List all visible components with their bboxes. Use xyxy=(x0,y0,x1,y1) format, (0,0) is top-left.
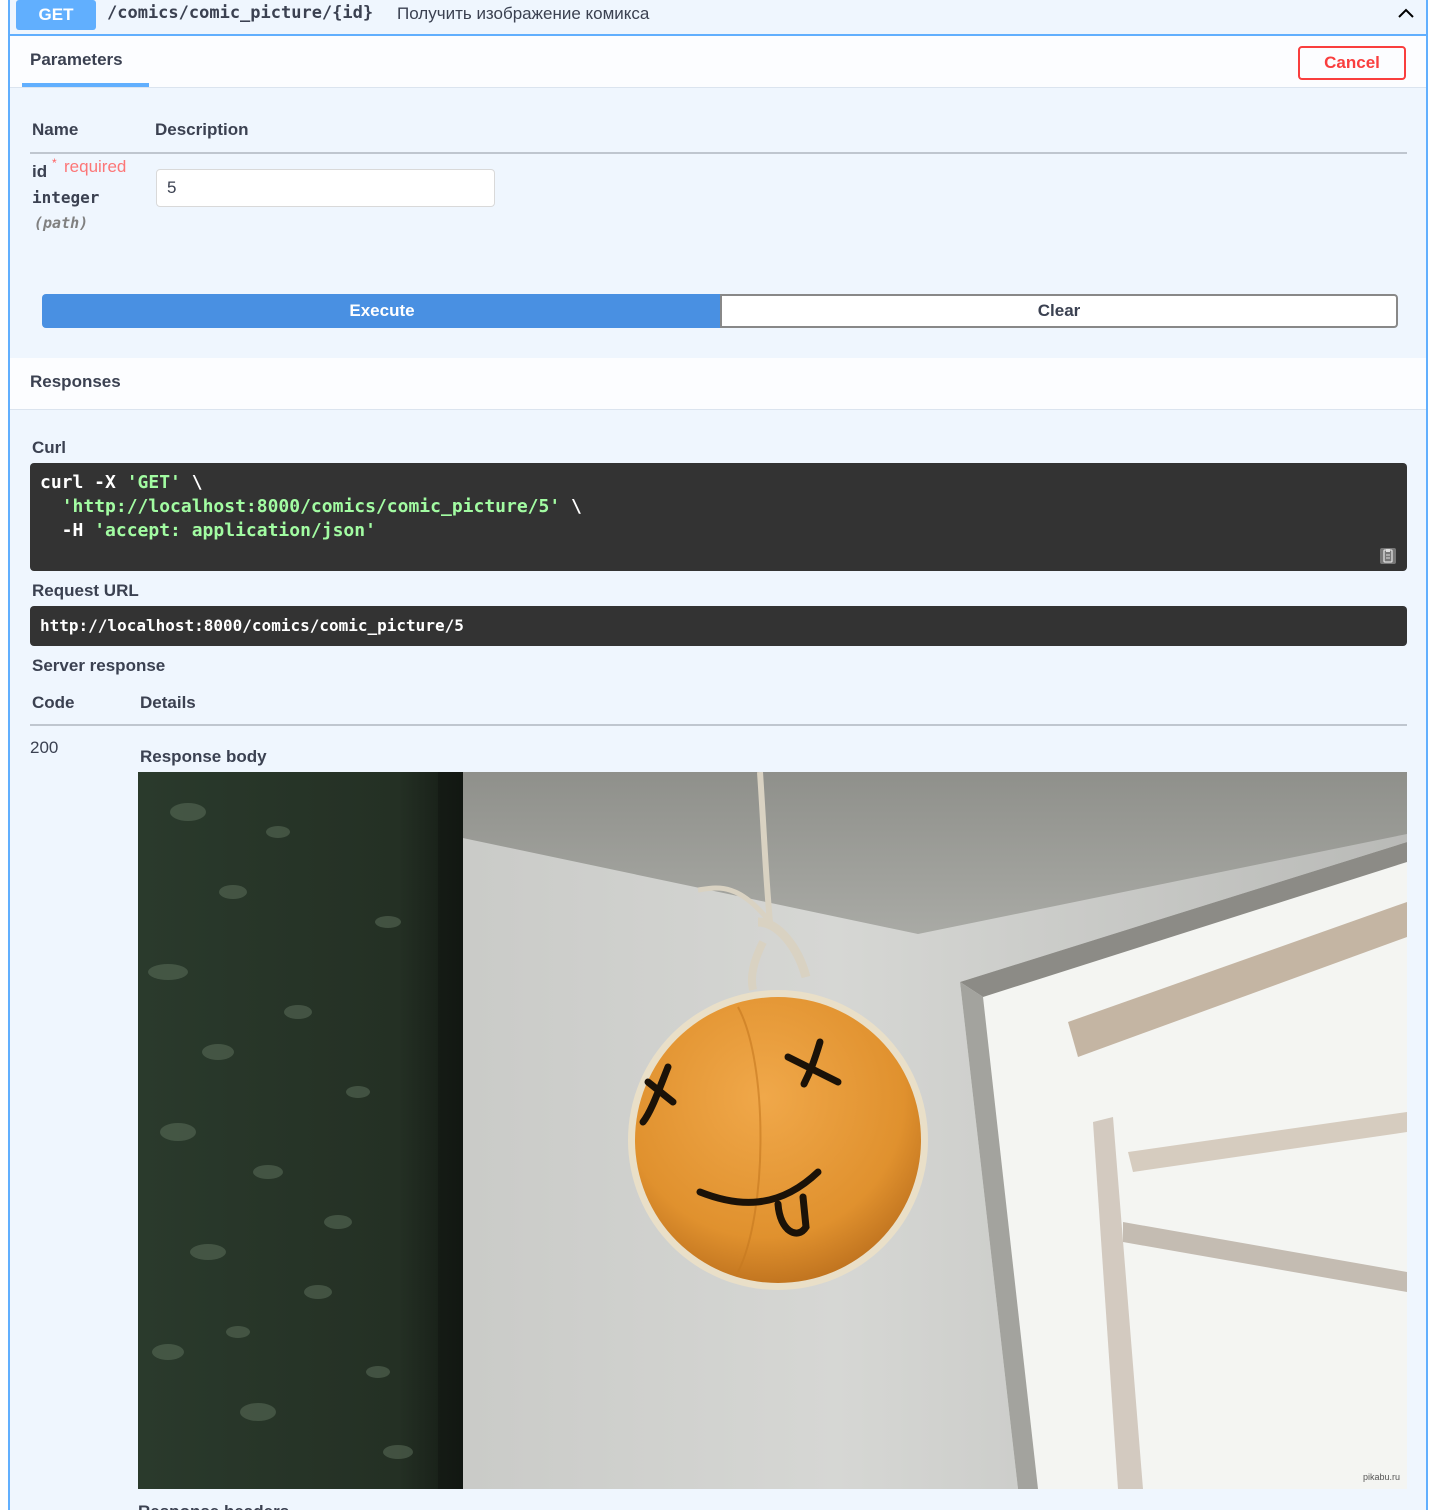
response-headers-label: Response headers xyxy=(138,1502,289,1510)
operation-block: GET /comics/comic_picture/{id} Получить … xyxy=(8,0,1428,1510)
response-body-label: Response body xyxy=(140,747,267,766)
parameter-name: id xyxy=(32,162,48,181)
response-table-divider xyxy=(30,724,1407,726)
operation-path: /comics/comic_picture/{id} xyxy=(107,3,374,23)
curl-line-2: 'http://localhost:8000/comics/comic_pict… xyxy=(40,495,1397,519)
id-input[interactable] xyxy=(156,169,495,207)
request-url[interactable]: http://localhost:8000/comics/comic_pictu… xyxy=(30,606,1407,646)
parameters-header: Parameters xyxy=(10,36,1426,88)
curl-continuation: \ xyxy=(560,496,582,517)
chevron-up-icon[interactable] xyxy=(1394,2,1418,26)
response-image: pikabu.ru xyxy=(138,772,1407,1489)
column-header-code: Code xyxy=(32,693,75,712)
curl-url: 'http://localhost:8000/comics/comic_pict… xyxy=(61,496,561,517)
cancel-button[interactable]: Cancel xyxy=(1298,46,1406,80)
curl-header: 'accept: application/json' xyxy=(94,520,376,541)
tab-parameters[interactable]: Parameters xyxy=(30,50,123,70)
curl-continuation: \ xyxy=(180,472,203,493)
column-header-name: Name xyxy=(32,120,79,139)
responses-title: Responses xyxy=(30,372,121,391)
operation-description: Получить изображение комикса xyxy=(397,4,650,23)
clipboard-icon[interactable] xyxy=(1379,547,1397,565)
response-image-drawing: pikabu.ru xyxy=(138,772,1407,1489)
response-code: 200 xyxy=(30,738,59,757)
required-label: required xyxy=(64,157,127,176)
parameter-type: integer xyxy=(32,188,100,207)
curl-command: curl -X xyxy=(40,472,127,493)
table-divider xyxy=(30,152,1407,154)
server-response-label: Server response xyxy=(32,656,166,675)
parameter-location: (path) xyxy=(34,214,89,232)
required-star: * xyxy=(52,156,57,170)
request-url-label: Request URL xyxy=(32,581,139,600)
curl-label: Curl xyxy=(32,438,66,457)
column-header-description: Description xyxy=(155,120,249,139)
tab-active-indicator xyxy=(22,83,149,87)
execute-button[interactable]: Execute xyxy=(42,294,722,328)
column-header-details: Details xyxy=(140,693,196,712)
responses-header: Responses xyxy=(10,358,1426,410)
http-method-badge: GET xyxy=(16,0,96,30)
image-watermark: pikabu.ru xyxy=(1363,1472,1400,1482)
curl-header-flag: -H xyxy=(40,520,95,541)
curl-code-block[interactable]: curl -X 'GET' \ 'http://localhost:8000/c… xyxy=(30,463,1407,571)
curl-line-1: curl -X 'GET' \ xyxy=(40,471,1397,495)
operation-summary[interactable]: GET /comics/comic_picture/{id} Получить … xyxy=(10,0,1426,36)
curl-indent xyxy=(40,496,62,517)
curl-line-3: -H 'accept: application/json' xyxy=(40,519,1397,543)
curl-method: 'GET' xyxy=(126,472,181,493)
clear-button[interactable]: Clear xyxy=(720,294,1398,328)
